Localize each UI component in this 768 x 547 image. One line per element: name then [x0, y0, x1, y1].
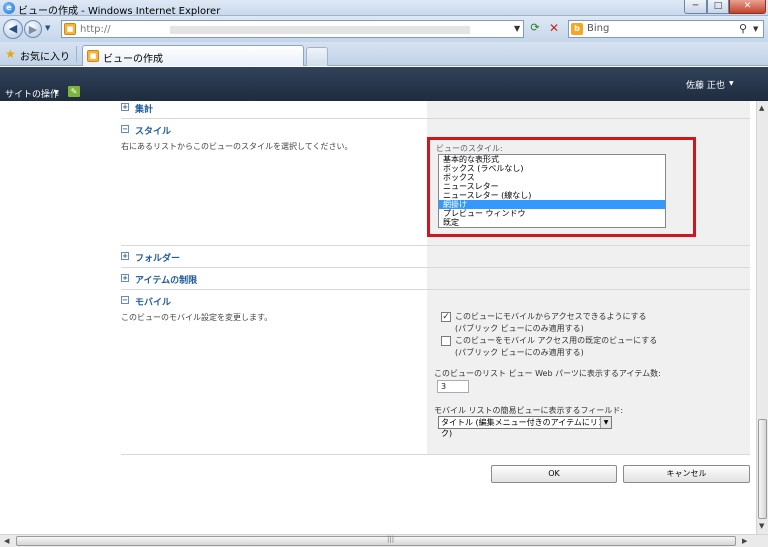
sharepoint-header: サイトの操作 ▼ ✎ 佐藤 正也 ▼ [0, 67, 768, 101]
recent-pages-dropdown[interactable]: ▼ [45, 24, 50, 32]
new-tab-button[interactable] [306, 47, 328, 66]
user-menu[interactable]: 佐藤 正也 [686, 78, 725, 91]
forward-button[interactable]: ▶ [24, 20, 42, 38]
tab-create-view[interactable]: ■ ビューの作成 [82, 45, 304, 66]
url-redacted [170, 26, 470, 34]
divider [121, 267, 750, 268]
cancel-button[interactable]: キャンセル [623, 465, 750, 483]
refresh-icon[interactable]: ⟳ [526, 21, 544, 37]
chevron-down-icon[interactable]: ▼ [729, 80, 734, 87]
address-bar: ◀ ▶ ▼ ■ http:// ▼ ⟳ ✕ b Bing ⚲ ▼ [0, 16, 768, 42]
mobile-default-checkbox[interactable] [441, 336, 451, 346]
section-totals[interactable]: 集計 [135, 102, 153, 115]
scroll-up-icon[interactable]: ▲ [759, 104, 764, 112]
highlight-box [427, 137, 696, 237]
mobile-access-checkbox[interactable]: ✓ [441, 312, 451, 322]
section-item-limit[interactable]: アイテムの制限 [135, 273, 197, 286]
tabs-bar: ★ お気に入り ■ ビューの作成 [0, 42, 768, 66]
close-button[interactable]: ✕ [729, 0, 766, 14]
mobile-description: このビューのモバイル設定を変更します。 [121, 313, 273, 322]
favorites-button[interactable]: お気に入り [20, 48, 70, 63]
section-style[interactable]: スタイル [135, 124, 171, 137]
back-button[interactable]: ◀ [3, 19, 23, 39]
maximize-button[interactable]: □ [707, 0, 729, 14]
chevron-down-icon[interactable]: ▼ [54, 89, 59, 96]
window-title: ビューの作成 - Windows Internet Explorer [18, 6, 221, 17]
section-folders[interactable]: フォルダー [135, 251, 180, 264]
item-count-input[interactable]: 3 [437, 380, 469, 393]
section-mobile[interactable]: モバイル [135, 295, 171, 308]
page-icon: ■ [64, 23, 76, 35]
expand-icon[interactable]: + [121, 103, 129, 111]
search-dropdown-icon[interactable]: ▼ [753, 25, 758, 33]
scroll-down-icon[interactable]: ▼ [759, 522, 764, 530]
title-bar: e ビューの作成 - Windows Internet Explorer ─ □… [0, 0, 768, 17]
search-provider: Bing [587, 23, 610, 34]
vertical-scroll-thumb[interactable] [758, 419, 767, 519]
site-actions-menu[interactable]: サイトの操作 [5, 87, 59, 100]
edit-page-icon[interactable]: ✎ [68, 86, 80, 97]
url-input[interactable]: ■ http:// ▼ [61, 20, 524, 38]
item-count-label: このビューのリスト ビュー Web パーツに表示するアイテム数: [434, 369, 661, 378]
horizontal-scrollbar[interactable]: ◀ ||| ▶ [0, 534, 768, 547]
expand-icon[interactable]: + [121, 274, 129, 282]
mobile-default-label-line1: このビューをモバイル アクセス用の既定のビューにする [455, 336, 658, 345]
collapse-icon[interactable]: − [121, 125, 129, 133]
mobile-field-label: モバイル リストの簡易ビューに表示するフィールド: [434, 406, 624, 415]
page-icon: ■ [87, 50, 99, 62]
mobile-access-label-line2: (パブリック ビューにのみ適用する) [455, 324, 584, 333]
horizontal-scroll-thumb[interactable]: ||| [16, 535, 736, 546]
chevron-down-icon[interactable]: ▼ [600, 417, 611, 428]
mobile-access-label: このビューにモバイルからアクセスできるようにする (パブリック ビューにのみ適用… [455, 311, 647, 335]
vertical-scrollbar[interactable]: ▲ ▼ [756, 101, 768, 534]
favorites-star-icon[interactable]: ★ [5, 47, 16, 61]
mobile-default-label-line2: (パブリック ビューにのみ適用する) [455, 348, 584, 357]
search-icon[interactable]: ⚲ [739, 22, 747, 35]
search-input[interactable]: b Bing ⚲ ▼ [568, 20, 764, 38]
divider [121, 245, 750, 246]
mobile-default-label: このビューをモバイル アクセス用の既定のビューにする (パブリック ビューにのみ… [455, 335, 657, 359]
divider [121, 118, 750, 119]
scroll-right-icon[interactable]: ▶ [742, 537, 747, 545]
ie-icon: e [3, 2, 15, 14]
stop-icon[interactable]: ✕ [546, 21, 562, 37]
mobile-access-label-line1: このビューにモバイルからアクセスできるようにする [455, 312, 647, 321]
expand-icon[interactable]: + [121, 252, 129, 260]
collapse-icon[interactable]: − [121, 296, 129, 304]
style-description: 右にあるリストからこのビューのスタイルを選択してください。 [121, 142, 353, 151]
ok-button[interactable]: OK [491, 465, 617, 483]
minimize-button[interactable]: ─ [684, 0, 707, 14]
main-content: + 集計 − スタイル 右にあるリストからこのビューのスタイルを選択してください… [0, 101, 756, 534]
mobile-field-select[interactable]: タイトル (編集メニュー付きのアイテムにリンク) ▼ [438, 416, 612, 438]
url-dropdown-icon[interactable]: ▼ [514, 24, 520, 33]
url-text: http:// [80, 24, 111, 35]
divider [121, 454, 750, 455]
tab-label: ビューの作成 [103, 54, 163, 65]
scroll-left-icon[interactable]: ◀ [4, 537, 9, 545]
bing-icon: b [571, 23, 583, 35]
grip-icon: ||| [387, 535, 395, 543]
divider [121, 289, 750, 290]
tab-separator [76, 46, 77, 62]
